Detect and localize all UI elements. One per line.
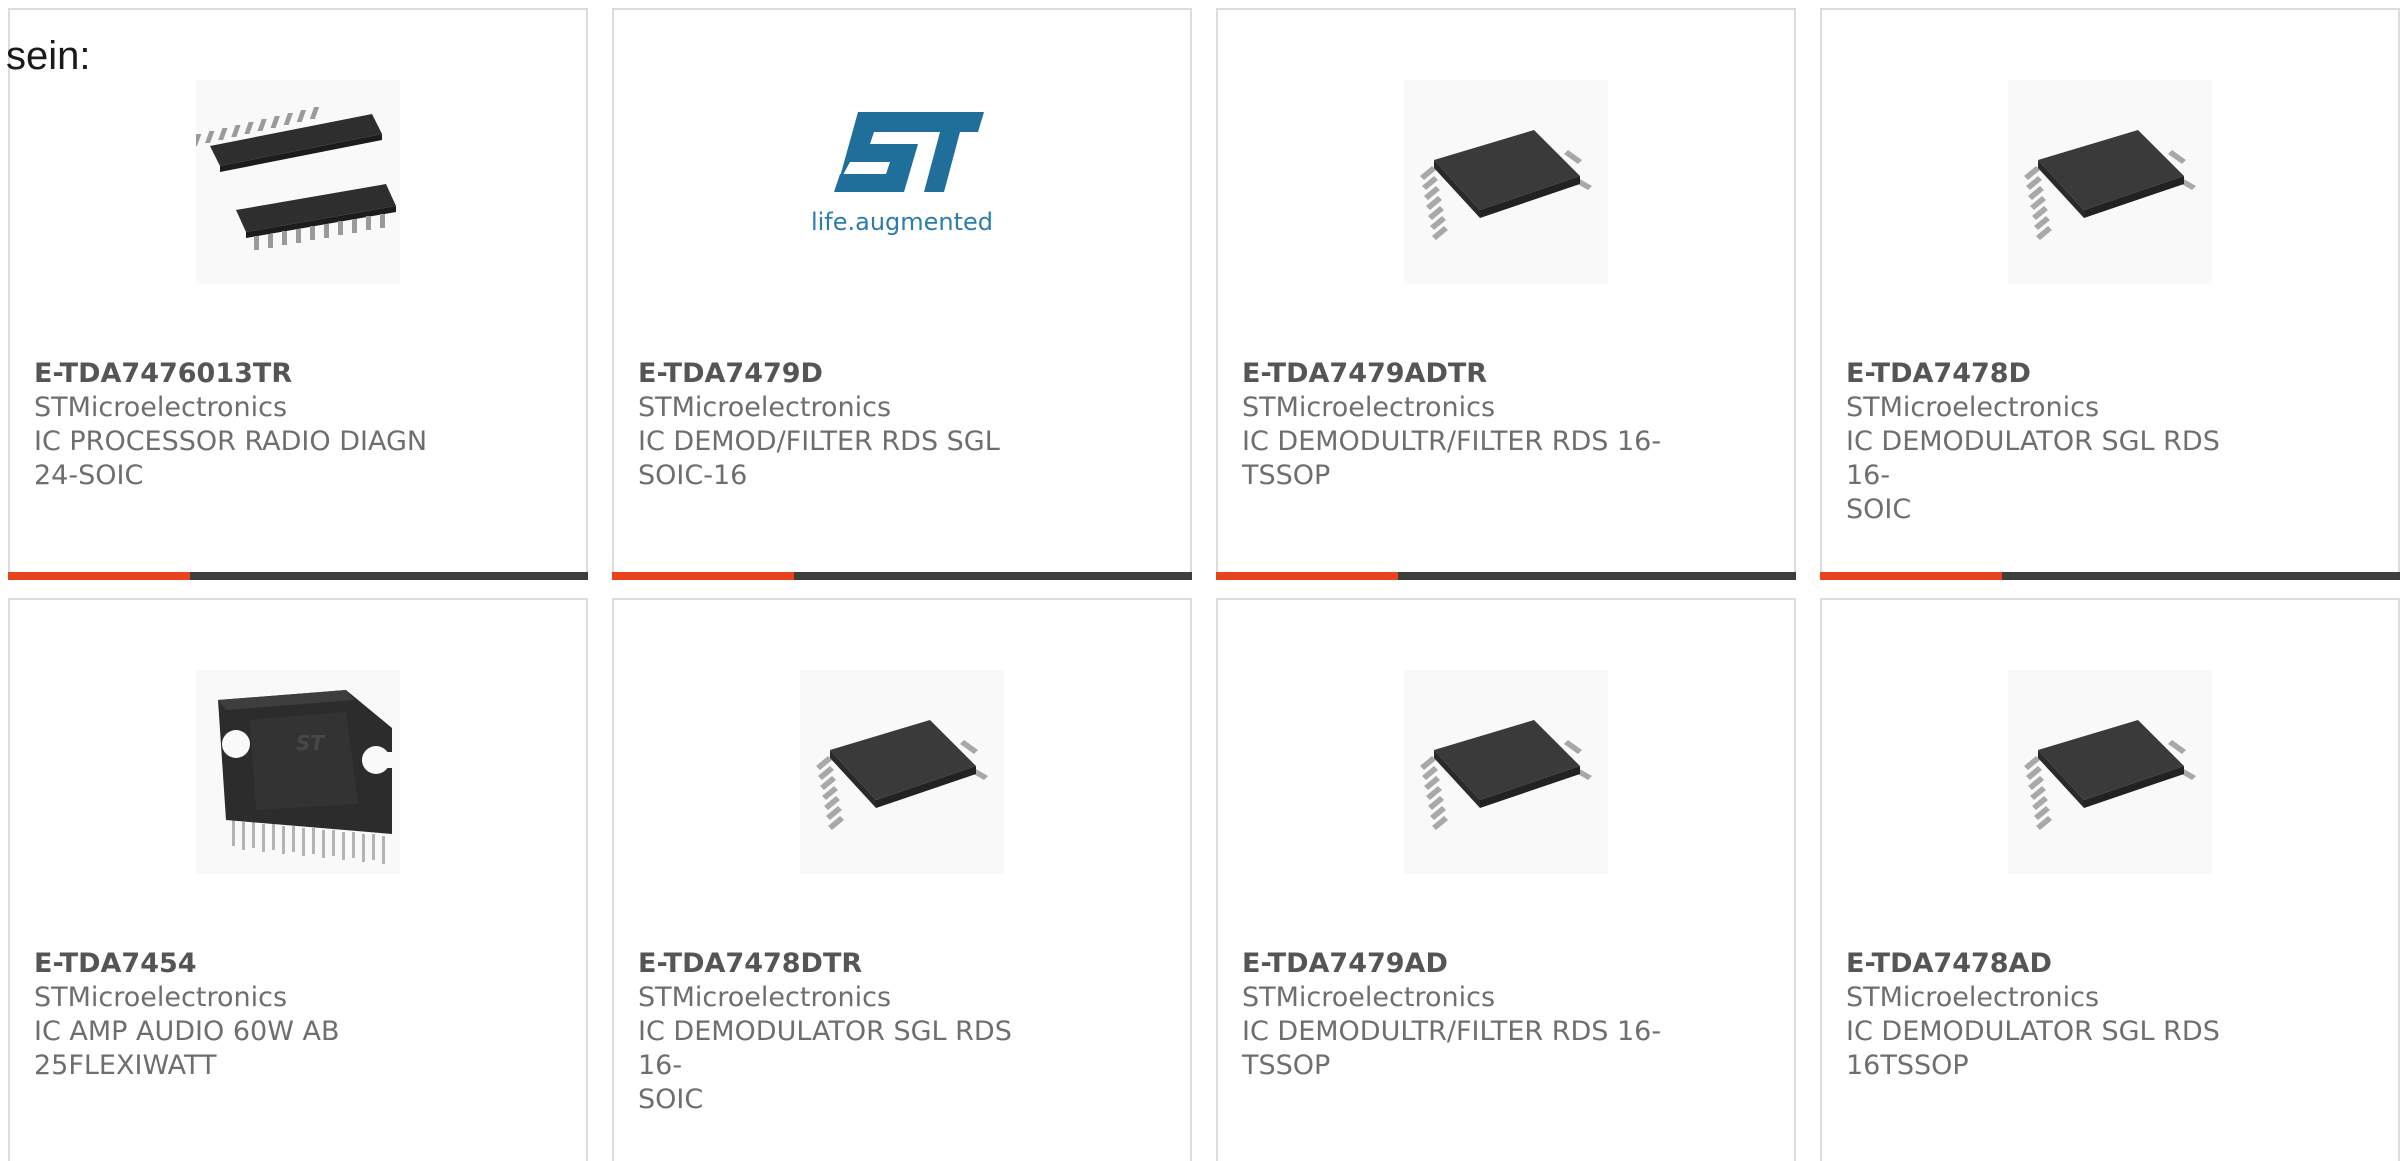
part-number[interactable]: E-TDA7478D [1846,357,2266,391]
manufacturer: STMicroelectronics [638,392,892,423]
manufacturer: STMicroelectronics [638,982,892,1013]
card-accent-bar [1216,572,1796,580]
manufacturer: STMicroelectronics [34,392,288,423]
description-line-1: IC DEMODULATOR SGL RDS [1846,1016,2220,1047]
tssop-chip-image [800,670,1004,874]
product-grid: E-TDA7476013TR STMicroelectronics IC PRO… [0,0,2407,1161]
product-card[interactable]: E-TDA7476013TR STMicroelectronics IC PRO… [8,8,588,580]
product-card[interactable]: E-TDA7478D STMicroelectronics IC DEMODUL… [1820,8,2400,580]
product-card[interactable]: E-TDA7479ADTR STMicroelectronics IC DEMO… [1216,8,1796,580]
product-card[interactable]: life.augmented E-TDA7479D STMicroelectro… [612,8,1192,580]
st-logo-image: life.augmented [800,80,1004,284]
product-info: E-TDA7478AD STMicroelectronics IC DEMODU… [1846,947,2266,1083]
logo-tagline: life.augmented [811,208,993,236]
product-info: E-TDA7478D STMicroelectronics IC DEMODUL… [1846,357,2266,527]
intro-text: sein: [6,34,91,78]
product-info: E-TDA7478DTR STMicroelectronics IC DEMOD… [638,947,1058,1117]
description-line-1: IC DEMODULATOR SGL RDS 16- [1846,426,2220,491]
description-line-2: SOIC-16 [638,460,748,491]
description-line-1: IC DEMODULTR/FILTER RDS 16- [1242,426,1662,457]
product-info: E-TDA7454 STMicroelectronics IC AMP AUDI… [34,947,454,1083]
description-line-2: 24-SOIC [34,460,144,491]
part-number[interactable]: E-TDA7479AD [1242,947,1662,981]
tssop-chip-image [2008,670,2212,874]
product-card[interactable]: ST E-TDA7454 STMicroelectronics IC AMP A… [8,598,588,1161]
manufacturer: STMicroelectronics [1846,392,2100,423]
manufacturer: STMicroelectronics [1242,982,1496,1013]
soic-24-package-image [196,80,400,284]
description-line-1: IC PROCESSOR RADIO DIAGN [34,426,428,457]
part-number[interactable]: E-TDA7478DTR [638,947,1058,981]
description-line-1: IC DEMODULATOR SGL RDS 16- [638,1016,1012,1081]
description-line-1: IC AMP AUDIO 60W AB [34,1016,340,1047]
card-accent-bar [612,572,1192,580]
description-line-2: SOIC [1846,494,1912,525]
part-number[interactable]: E-TDA7478AD [1846,947,2266,981]
part-number[interactable]: E-TDA7476013TR [34,357,454,391]
tssop-chip-image [1404,670,1608,874]
description-line-1: IC DEMOD/FILTER RDS SGL [638,426,1000,457]
product-info: E-TDA7476013TR STMicroelectronics IC PRO… [34,357,454,493]
product-card[interactable]: E-TDA7478DTR STMicroelectronics IC DEMOD… [612,598,1192,1161]
tssop-chip-image [2008,80,2212,284]
manufacturer: STMicroelectronics [1846,982,2100,1013]
description-line-2: 25FLEXIWATT [34,1050,217,1081]
description-line-2: TSSOP [1242,1050,1331,1081]
product-card[interactable]: E-TDA7479AD STMicroelectronics IC DEMODU… [1216,598,1796,1161]
description-line-2: TSSOP [1242,460,1331,491]
product-info: E-TDA7479D STMicroelectronics IC DEMOD/F… [638,357,1058,493]
tssop-chip-image [1404,80,1608,284]
part-number[interactable]: E-TDA7479D [638,357,1058,391]
part-number[interactable]: E-TDA7479ADTR [1242,357,1662,391]
description-line-2: 16TSSOP [1846,1050,1969,1081]
description-line-1: IC DEMODULTR/FILTER RDS 16- [1242,1016,1662,1047]
flexiwatt-package-image: ST [196,670,400,874]
manufacturer: STMicroelectronics [34,982,288,1013]
part-number[interactable]: E-TDA7454 [34,947,454,981]
svg-text:ST: ST [296,731,325,755]
card-accent-bar [1820,572,2400,580]
card-accent-bar [8,572,588,580]
product-info: E-TDA7479ADTR STMicroelectronics IC DEMO… [1242,357,1662,493]
product-card[interactable]: E-TDA7478AD STMicroelectronics IC DEMODU… [1820,598,2400,1161]
manufacturer: STMicroelectronics [1242,392,1496,423]
description-line-2: SOIC [638,1084,704,1115]
product-info: E-TDA7479AD STMicroelectronics IC DEMODU… [1242,947,1662,1083]
